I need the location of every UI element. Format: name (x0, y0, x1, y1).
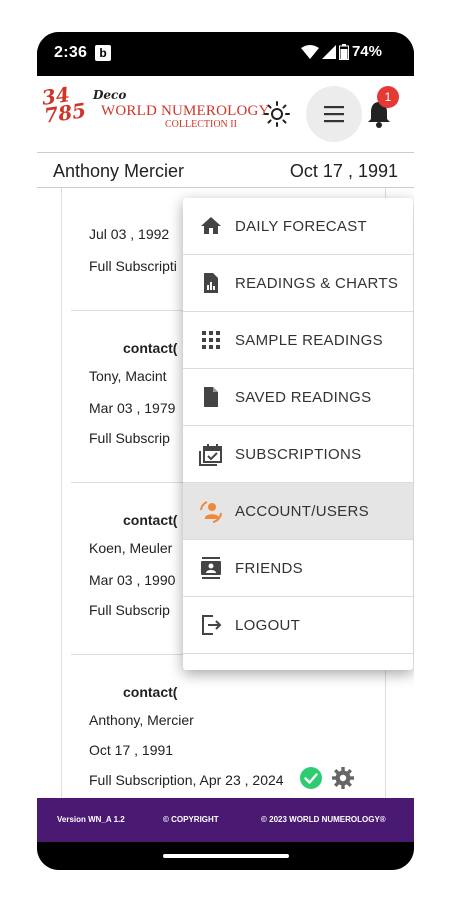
home-icon (201, 217, 221, 234)
user-birthdate: Oct 17 , 1991 (289, 161, 398, 181)
account-sync-icon (200, 501, 222, 523)
logo-subtitle: COLLECTION II (165, 119, 237, 130)
contacts-icon (201, 557, 221, 579)
menu-item-label: FRIENDS (235, 560, 303, 577)
status-bar: 2:36 b 74% (37, 32, 414, 76)
app-logo[interactable]: 34 785 Deco WORLD NUMEROLOGY COLLECTION I… (40, 82, 269, 144)
main-menu-dropdown: DAILY FORECAST READINGS & CHARTS SAMPLE … (183, 198, 413, 670)
menu-item-label: LOGOUT (235, 617, 301, 634)
card-name: Anthony, Mercier (89, 712, 194, 728)
card-email: contact( (123, 340, 178, 356)
menu-item-label: SAVED READINGS (235, 389, 372, 406)
brightness-icon[interactable] (263, 100, 291, 128)
card-date: Oct 17 , 1991 (89, 742, 174, 758)
grid-icon (202, 331, 220, 349)
app-header: 34 785 Deco WORLD NUMEROLOGY COLLECTION I… (37, 76, 414, 152)
card-subscription: Full Subscripti (89, 258, 177, 274)
card-name: Tony, Macint (89, 368, 167, 384)
logout-icon (202, 615, 222, 635)
menu-item-readings-charts[interactable]: READINGS & CHARTS (183, 255, 413, 312)
menu-item-label: SUBSCRIPTIONS (235, 446, 362, 463)
document-icon (204, 387, 218, 407)
card-date: Jul 03 , 1992 (89, 226, 170, 242)
menu-item-account-users[interactable]: ACCOUNT/USERS (183, 483, 413, 540)
status-time: 2:36 (54, 44, 88, 61)
menu-item-logout[interactable]: LOGOUT (183, 597, 413, 654)
menu-item-friends[interactable]: FRIENDS (183, 540, 413, 597)
chart-document-icon (204, 273, 218, 293)
card-email: contact( (123, 684, 178, 700)
menu-item-saved-readings[interactable]: SAVED READINGS (183, 369, 413, 426)
signal-icon (321, 44, 336, 59)
menu-item-label: ACCOUNT/USERS (235, 503, 369, 520)
menu-item-subscriptions[interactable]: SUBSCRIPTIONS (183, 426, 413, 483)
phone-frame: 2:36 b 74% 34 785 Deco WORLD NUMEROLOGY C… (37, 32, 414, 870)
card-subscription: Full Subscrip (89, 430, 170, 446)
menu-item-label: READINGS & CHARTS (235, 275, 399, 292)
divider (61, 188, 62, 798)
hamburger-menu-button[interactable] (306, 86, 362, 142)
menu-item-daily-forecast[interactable]: DAILY FORECAST (183, 198, 413, 255)
card-name: Koen, Meuler (89, 540, 173, 556)
card-subscription: Full Subscription, Apr 23 , 2024 (89, 772, 284, 788)
menu-item-label: DAILY FORECAST (235, 218, 368, 235)
notification-app-icon: b (95, 45, 111, 61)
status-icons: 74% (300, 43, 382, 60)
footer-version: Version WN_A 1.2 (57, 815, 125, 824)
card-date: Mar 03 , 1979 (89, 400, 176, 416)
logo-numbers: 34 785 (40, 82, 88, 128)
app-footer: Version WN_A 1.2 © COPYRIGHT © 2023 WORL… (37, 798, 414, 842)
card-email: contact( (123, 512, 178, 528)
battery-percent: 74% (351, 43, 382, 60)
menu-item-label: SAMPLE READINGS (235, 332, 383, 349)
footer-company: © 2023 WORLD NUMEROLOGY® (261, 815, 386, 824)
check-circle-icon[interactable] (299, 766, 323, 790)
wifi-icon (300, 44, 319, 59)
footer-copyright[interactable]: © COPYRIGHT (163, 815, 219, 824)
calendar-check-icon (199, 444, 222, 466)
notification-badge: 1 (377, 86, 399, 108)
hamburger-icon (324, 106, 344, 123)
home-indicator[interactable] (163, 854, 289, 858)
screen: 2:36 b 74% 34 785 Deco WORLD NUMEROLOGY C… (37, 32, 414, 870)
gesture-bar (37, 842, 414, 870)
logo-deco: Deco (93, 88, 127, 102)
gear-icon[interactable] (331, 766, 355, 790)
logo-title: WORLD NUMEROLOGY (101, 103, 270, 119)
current-user-bar: Anthony Mercier Oct 17 , 1991 (37, 152, 414, 188)
battery-icon (338, 43, 349, 60)
card-subscription: Full Subscrip (89, 602, 170, 618)
menu-item-sample-readings[interactable]: SAMPLE READINGS (183, 312, 413, 369)
card-date: Mar 03 , 1990 (89, 572, 176, 588)
user-name: Anthony Mercier (53, 161, 185, 181)
